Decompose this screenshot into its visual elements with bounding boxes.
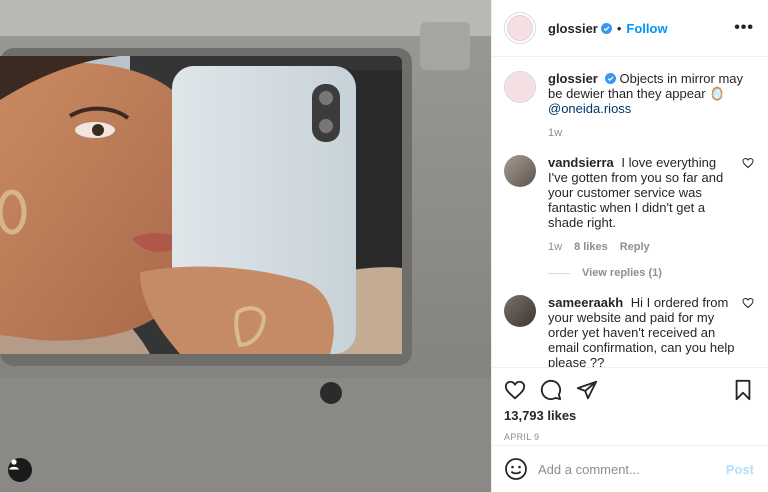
comment-input[interactable] xyxy=(538,461,726,477)
caption-time[interactable]: 1w xyxy=(548,126,562,141)
heart-small-icon[interactable] xyxy=(742,157,754,169)
post-date[interactable]: APRIL 9 xyxy=(504,432,754,442)
add-comment-bar: Post xyxy=(492,445,768,492)
post-header: glossier • Follow ••• xyxy=(492,0,768,57)
emoji-icon[interactable] xyxy=(504,457,528,481)
comment-likes[interactable]: 8 likes xyxy=(574,240,608,255)
follow-button[interactable]: Follow xyxy=(626,21,667,36)
avatar[interactable] xyxy=(504,12,536,44)
comment-row: vandsierra I love everything I've gotten… xyxy=(504,155,754,255)
avatar[interactable] xyxy=(504,155,536,187)
header-separator: • xyxy=(616,20,622,36)
comments-list[interactable]: glossier Objects in mirror may be dewier… xyxy=(492,57,768,367)
bookmark-icon[interactable] xyxy=(732,379,754,401)
reply-button[interactable]: Reply xyxy=(620,240,650,255)
instagram-post: glossier • Follow ••• glossier Objects i… xyxy=(0,0,768,492)
caption-row: glossier Objects in mirror may be dewier… xyxy=(504,71,754,141)
comment-row: sameeraakh Hi I ordered from your websit… xyxy=(504,295,754,367)
heart-icon[interactable] xyxy=(504,379,526,401)
post-button[interactable]: Post xyxy=(726,462,754,477)
view-replies-label: View replies (1) xyxy=(582,267,662,279)
comment-username[interactable]: sameeraakh xyxy=(548,295,623,310)
comment-time[interactable]: 1w xyxy=(548,240,562,255)
comment-username[interactable]: vandsierra xyxy=(548,155,614,170)
mention-link[interactable]: @oneida.rioss xyxy=(548,101,631,116)
post-photo[interactable] xyxy=(0,0,491,492)
verified-icon xyxy=(604,73,616,84)
avatar[interactable] xyxy=(504,295,536,327)
caption-username[interactable]: glossier xyxy=(548,71,598,86)
post-side-panel: glossier • Follow ••• glossier Objects i… xyxy=(491,0,768,492)
heart-small-icon[interactable] xyxy=(742,297,754,309)
view-replies-button[interactable]: View replies (1) xyxy=(548,267,754,279)
post-actions: 13,793 likes APRIL 9 xyxy=(492,367,768,445)
divider xyxy=(548,272,570,274)
avatar-image xyxy=(507,15,533,41)
mirror-selfie-image xyxy=(0,0,491,492)
more-options-button[interactable]: ••• xyxy=(734,19,754,37)
verified-icon xyxy=(600,22,612,34)
avatar[interactable] xyxy=(504,71,536,103)
share-icon[interactable] xyxy=(576,379,598,401)
likes-count[interactable]: 13,793 likes xyxy=(504,408,754,423)
header-username[interactable]: glossier xyxy=(548,21,598,36)
comment-icon[interactable] xyxy=(540,379,562,401)
user-tag-icon[interactable] xyxy=(8,458,32,482)
